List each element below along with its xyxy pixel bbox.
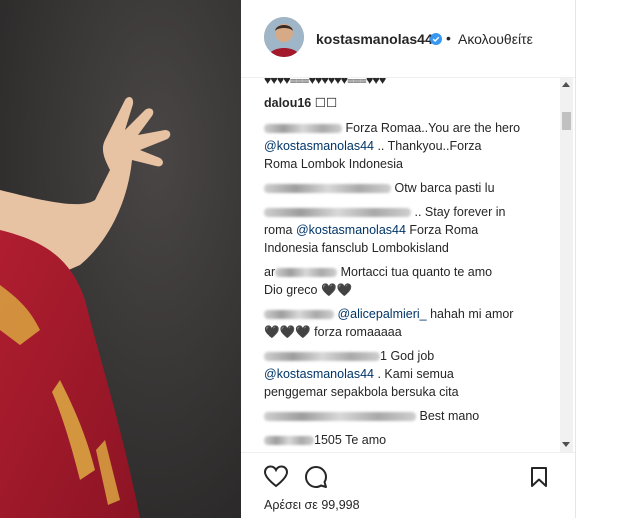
blurred-username <box>264 124 342 134</box>
comment-item: @alicepalmieri_ hahah mi amor 🖤🖤🖤 forza … <box>264 305 556 341</box>
comments-scrollbar[interactable] <box>560 78 573 452</box>
mention-link[interactable]: @kostasmanolas44 <box>296 223 406 237</box>
verified-badge-icon <box>430 33 442 45</box>
username-link[interactable]: kostasmanolas44 <box>316 31 433 47</box>
comments-list: ♥♥♥♥≡≡≡♥♥♥♥♥♥≡≡≡♥♥♥ dalou16 ☐☐ Forza Rom… <box>241 78 561 452</box>
comment-item: Best mano <box>264 407 556 425</box>
blurred-username <box>264 310 334 320</box>
comment-text: roma <box>264 223 293 237</box>
comment-text: Indonesia fansclub Lombokisland <box>264 241 449 255</box>
likes-count[interactable]: Αρέσει σε 99,998 <box>264 498 360 512</box>
comment-icon[interactable] <box>304 465 328 489</box>
avatar-image <box>264 17 304 57</box>
blurred-username <box>264 436 314 446</box>
comment-row-partial: ♥♥♥♥≡≡≡♥♥♥♥♥♥≡≡≡♥♥♥ <box>264 78 386 87</box>
comment-username-partial[interactable]: 1 <box>380 349 387 363</box>
comment-text: 🖤🖤🖤 forza romaaaaa <box>264 325 402 339</box>
comment-text: Dio greco 🖤🖤 <box>264 283 353 297</box>
scrollbar-thumb[interactable] <box>562 112 571 130</box>
mention-link[interactable]: @kostasmanolas44 <box>264 367 374 381</box>
comment-username-partial[interactable]: ar <box>264 265 275 279</box>
comment-text: . Kami semua <box>377 367 454 381</box>
comment-text: ☐☐ <box>314 96 338 110</box>
comment-text: Forza Romaa..You are the hero <box>345 121 521 135</box>
post-header: kostasmanolas44 • Ακολουθείτε <box>241 0 575 78</box>
comment-text: Mortacci tua quanto te amo <box>340 265 493 279</box>
blurred-username <box>264 184 391 194</box>
scroll-down-arrow-icon[interactable] <box>562 442 570 447</box>
post-side-panel: kostasmanolas44 • Ακολουθείτε ♥♥♥♥≡≡≡♥♥♥… <box>241 0 576 518</box>
comment-text: .. Stay forever in <box>414 205 506 219</box>
blurred-username <box>264 208 411 218</box>
post-photo <box>0 0 241 518</box>
blurred-username <box>264 412 416 422</box>
page-background <box>576 0 642 518</box>
following-button[interactable]: Ακολουθείτε <box>458 31 533 47</box>
avatar[interactable] <box>264 17 304 57</box>
separator-dot: • <box>446 30 451 46</box>
comment-text: Forza Roma <box>409 223 479 237</box>
comment-text: .. Thankyou..Forza <box>377 139 482 153</box>
comment-text: Te amo <box>345 433 387 447</box>
comment-text: Roma Lombok Indonesia <box>264 157 403 171</box>
comment-username[interactable]: dalou16 <box>264 96 311 110</box>
comment-item: 1505 Te amo <box>264 431 556 449</box>
mention-link[interactable]: @alicepalmieri_ <box>337 307 426 321</box>
blurred-username <box>264 352 380 362</box>
comment-item: .. Stay forever in roma @kostasmanolas44… <box>264 203 556 257</box>
comment-item: Otw barca pasti lu <box>264 179 556 197</box>
comment-text: penggemar sepakbola bersuka cita <box>264 385 459 399</box>
comment-item: Forza Romaa..You are the hero @kostasman… <box>264 119 556 173</box>
mention-link[interactable]: @kostasmanolas44 <box>264 139 374 153</box>
comment-text: Otw barca pasti lu <box>394 181 495 195</box>
blurred-username <box>275 268 338 278</box>
comment-text: God job <box>390 349 435 363</box>
comment-text: hahah mi amor <box>430 307 514 321</box>
comment-item: dalou16 ☐☐ <box>264 94 556 112</box>
post-photo-art <box>0 0 241 518</box>
bookmark-icon[interactable] <box>530 466 548 488</box>
comment-item: 1 God job @kostasmanolas44 . Kami semua … <box>264 347 556 401</box>
comment-username-partial[interactable]: 1505 <box>314 433 342 447</box>
scroll-up-arrow-icon[interactable] <box>562 82 570 87</box>
comment-item: ar Mortacci tua quanto te amo Dio greco … <box>264 263 556 299</box>
comment-text: Best mano <box>419 409 480 423</box>
heart-icon[interactable] <box>263 465 289 489</box>
